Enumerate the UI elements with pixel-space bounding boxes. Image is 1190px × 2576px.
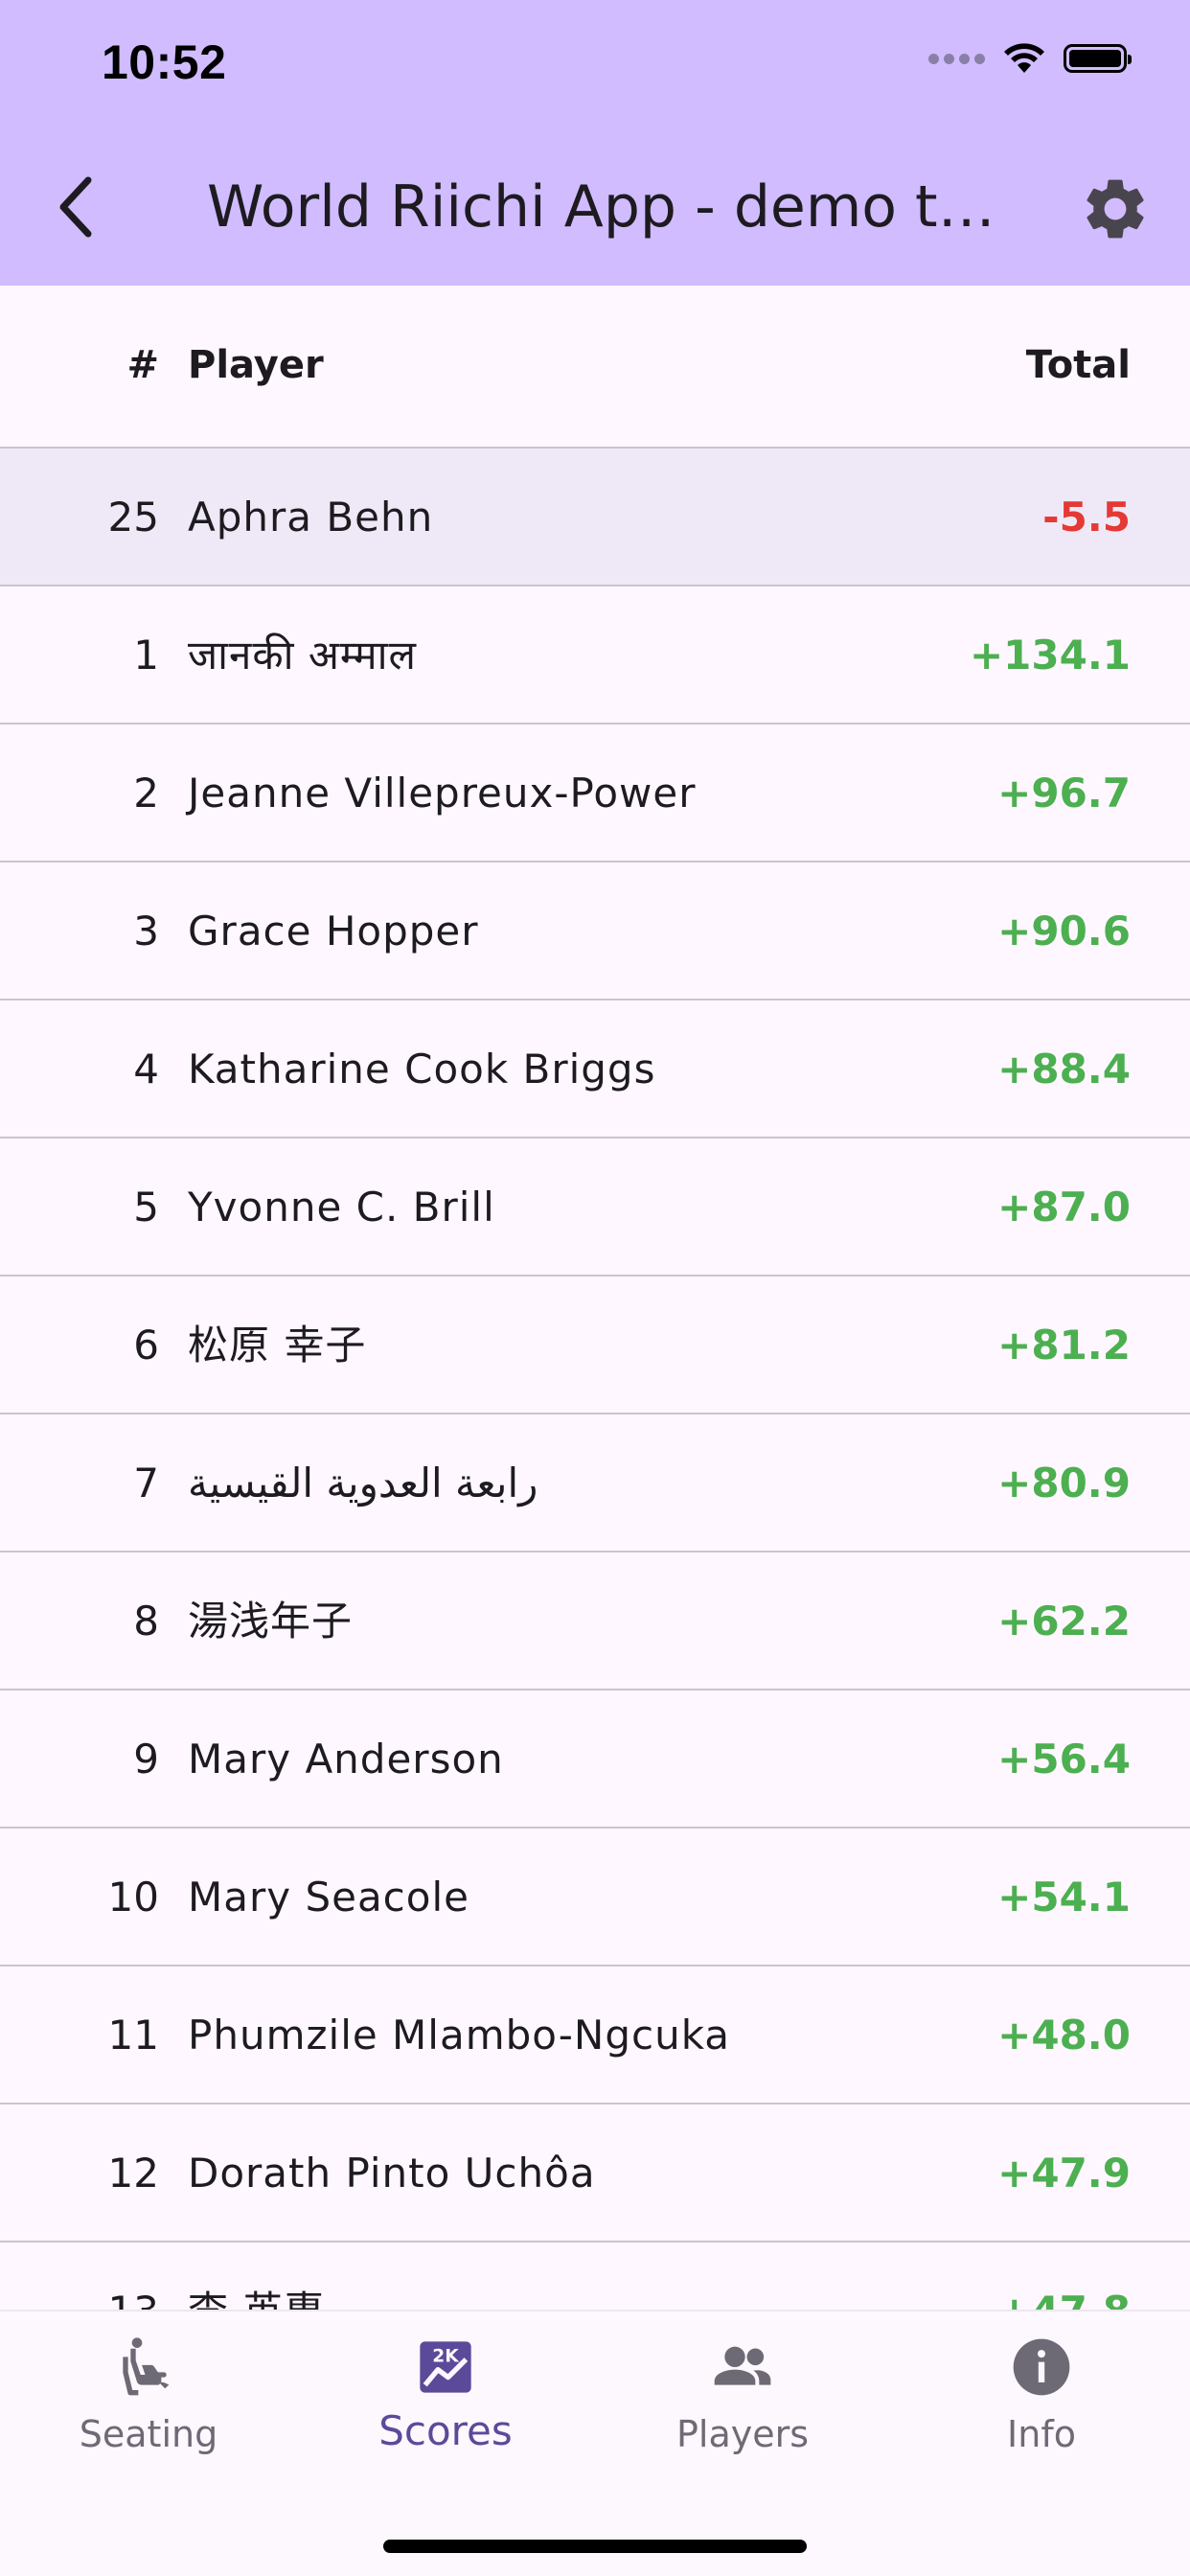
table-row[interactable]: 9 Mary Anderson +56.4 xyxy=(0,1690,1190,1828)
seat-icon xyxy=(123,2337,170,2396)
back-arrow-icon xyxy=(59,176,92,238)
table-row[interactable]: 11 Phumzile Mlambo-Ngcuka +48.0 xyxy=(0,1966,1190,2104)
table-row[interactable]: 6 松原 幸子 +81.2 xyxy=(0,1276,1190,1414)
row-rank: 6 xyxy=(133,1322,159,1368)
table-row-current-player[interactable]: 25 Aphra Behn -5.5 xyxy=(0,448,1190,586)
table-row[interactable]: 5 Yvonne C. Brill +87.0 xyxy=(0,1138,1190,1276)
scores-icon: 2K xyxy=(420,2341,471,2393)
header-player: Player xyxy=(188,343,324,387)
row-player-name: Grace Hopper xyxy=(188,908,479,954)
row-rank: 5 xyxy=(133,1184,159,1230)
row-total: +47.9 xyxy=(997,2150,1131,2196)
table-row[interactable]: 8 湯浅年子 +62.2 xyxy=(0,1552,1190,1690)
row-player-name: जानकी अम्माल xyxy=(188,632,417,678)
row-total: +56.4 xyxy=(997,1736,1131,1782)
nav-players-label: Players xyxy=(675,2413,810,2455)
row-rank: 4 xyxy=(133,1046,159,1092)
home-indicator xyxy=(383,2540,807,2553)
table-row[interactable]: 12 Dorath Pinto Uchôa +47.9 xyxy=(0,2104,1190,2242)
row-total: -5.5 xyxy=(1042,494,1131,540)
row-rank: 12 xyxy=(107,2150,159,2196)
table-row[interactable]: 4 Katharine Cook Briggs +88.4 xyxy=(0,1000,1190,1138)
table-row[interactable]: 2 Jeanne Villepreux-Power +96.7 xyxy=(0,724,1190,862)
row-rank: 11 xyxy=(107,2012,159,2058)
nav-info[interactable]: Info xyxy=(893,2312,1190,2503)
row-total: +80.9 xyxy=(997,1460,1131,1506)
table-row[interactable]: 7 رابعة العدوية القيسية +80.9 xyxy=(0,1414,1190,1552)
row-player-name: 湯浅年子 xyxy=(188,1598,354,1644)
row-player-name: Mary Seacole xyxy=(188,1874,469,1920)
row-player-name: Jeanne Villepreux-Power xyxy=(188,770,697,816)
row-player-name: Phumzile Mlambo-Ngcuka xyxy=(188,2012,731,2058)
row-player-name: 松原 幸子 xyxy=(188,1322,367,1368)
row-total: +134.1 xyxy=(969,632,1131,678)
row-rank: 9 xyxy=(133,1736,159,1782)
cellular-signal-icon xyxy=(928,53,985,64)
row-player-name: Katharine Cook Briggs xyxy=(188,1046,656,1092)
info-icon xyxy=(1013,2338,1070,2396)
battery-icon xyxy=(1064,44,1132,73)
row-total: +96.7 xyxy=(997,770,1131,816)
row-total: +87.0 xyxy=(997,1184,1131,1230)
back-button[interactable] xyxy=(50,171,107,243)
row-player-name: Aphra Behn xyxy=(188,494,434,540)
row-rank: 7 xyxy=(133,1460,159,1506)
row-total: +81.2 xyxy=(997,1322,1131,1368)
row-player-name: Dorath Pinto Uchôa xyxy=(188,2150,596,2196)
row-player-name: Yvonne C. Brill xyxy=(188,1184,495,1230)
row-total: +88.4 xyxy=(997,1046,1131,1092)
table-row[interactable]: 10 Mary Seacole +54.1 xyxy=(0,1828,1190,1966)
table-row[interactable]: 3 Grace Hopper +90.6 xyxy=(0,862,1190,1000)
row-rank: 10 xyxy=(107,1874,159,1920)
gear-icon xyxy=(1087,179,1144,239)
settings-button[interactable] xyxy=(1079,172,1152,245)
nav-seating[interactable]: Seating xyxy=(0,2312,297,2503)
nav-info-label: Info xyxy=(1007,2413,1076,2455)
row-rank: 3 xyxy=(133,908,159,954)
row-total: +90.6 xyxy=(997,908,1131,954)
table-row[interactable]: 1 जानकी अम्माल +134.1 xyxy=(0,586,1190,724)
svg-text:2K: 2K xyxy=(432,2347,460,2367)
nav-seating-label: Seating xyxy=(79,2413,218,2455)
row-total: +48.0 xyxy=(997,2012,1131,2058)
nav-scores-label: Scores xyxy=(378,2407,513,2454)
table-header: # Player Total xyxy=(0,286,1190,448)
row-rank: 8 xyxy=(133,1598,159,1644)
row-total: +54.1 xyxy=(997,1874,1131,1920)
page-title: World Riichi App - demo tour... xyxy=(207,173,1002,241)
nav-players[interactable]: Players xyxy=(594,2312,891,2503)
row-player-name: Mary Anderson xyxy=(188,1736,504,1782)
status-icons xyxy=(928,42,1132,75)
players-icon xyxy=(714,2346,771,2385)
header-rank: # xyxy=(126,343,159,387)
row-rank: 25 xyxy=(107,494,159,540)
header-total: Total xyxy=(1025,343,1131,387)
nav-scores[interactable]: 2K Scores xyxy=(297,2312,594,2503)
status-time: 10:52 xyxy=(102,35,227,89)
bottom-navigation: Seating 2K Scores Players Info xyxy=(0,2310,1190,2576)
row-total: +62.2 xyxy=(997,1598,1131,1644)
scores-table: # Player Total 25 Aphra Behn -5.5 1 जानकी… xyxy=(0,286,1190,2380)
row-rank: 1 xyxy=(133,632,159,678)
wifi-icon xyxy=(1004,43,1044,73)
app-header: 10:52 World Riichi App - demo tour... xyxy=(0,0,1190,286)
row-rank: 2 xyxy=(133,770,159,816)
row-player-name: رابعة العدوية القيسية xyxy=(188,1460,538,1506)
